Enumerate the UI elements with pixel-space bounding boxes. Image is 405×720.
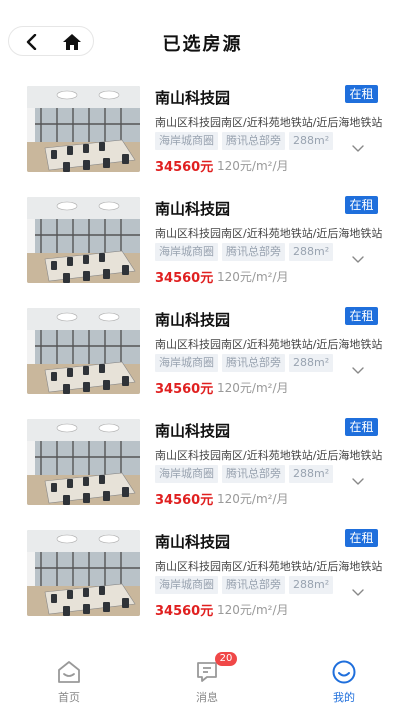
listing-name: 南山科技园 [155,89,231,107]
tag-item: 288m² [289,576,334,594]
listing-tags: 海岸城商圈 腾讯总部旁 288m² [155,576,334,594]
status-badge: 在租 [345,529,378,547]
listing-card[interactable]: 南山科技园 在租南山区科技园南区/近科苑地铁站/近后海地铁站海岸城商圈 腾讯总部旁 2… [0,417,405,528]
listing-address: 南山区科技园南区/近科苑地铁站/近后海地铁站 [155,116,383,129]
listing-price: 34560元 [155,604,214,619]
listing-address: 南山区科技园南区/近科苑地铁站/近后海地铁站 [155,227,383,240]
listing-tags: 海岸城商圈 腾讯总部旁 288m² [155,132,334,150]
status-badge: 在租 [345,196,378,214]
message-icon [197,662,217,682]
listing-price: 34560元 [155,493,214,508]
listing-price: 34560元 [155,382,214,397]
tag-item: 288m² [289,354,334,372]
listing-tags: 海岸城商圈 腾讯总部旁 288m² [155,354,334,372]
expand-chevron-icon[interactable] [352,583,364,596]
home-outline-icon [58,661,80,683]
listing-card[interactable]: 南山科技园 在租南山区科技园南区/近科苑地铁站/近后海地铁站海岸城商圈 腾讯总部旁 2… [0,528,405,639]
tag-item: 海岸城商圈 [155,243,218,261]
expand-chevron-icon[interactable] [352,361,364,374]
header: 已选房源 [0,0,405,84]
tag-item: 腾讯总部旁 [222,132,285,150]
profile-smile-icon [332,660,356,684]
tag-item: 腾讯总部旁 [222,465,285,483]
expand-chevron-icon[interactable] [352,139,364,152]
tab-home[interactable]: 首页 [39,658,99,705]
listing-photo [27,197,140,283]
tab-messages[interactable]: 20 消息 [177,652,237,705]
listing-photo [27,530,140,616]
listing-card[interactable]: 南山科技园 在租南山区科技园南区/近科苑地铁站/近后海地铁站海岸城商圈 腾讯总部旁 2… [0,195,405,306]
expand-chevron-icon[interactable] [352,472,364,485]
listing-name: 南山科技园 [155,533,231,551]
page-title: 已选房源 [162,34,243,55]
tab-bar: 首页 20 消息 我的 [0,652,405,720]
listing-list: 南山科技园 在租 南山区科技园南区/近科苑地铁站/近后海地铁站 海岸城商圈 腾讯总部旁 2… [0,84,405,639]
listing-unit-price: 120元/m²/月 [217,492,289,506]
expand-chevron-icon[interactable] [352,250,364,263]
tag-item: 288m² [289,132,334,150]
status-badge: 在租 [345,307,378,325]
status-badge: 在租 [345,85,378,103]
listing-unit-price: 120元/m²/月 [217,270,289,284]
tag-item: 腾讯总部旁 [222,243,285,261]
listing-unit-price: 120元/m²/月 [217,381,289,395]
listing-address: 南山区科技园南区/近科苑地铁站/近后海地铁站 [155,449,383,462]
tag-item: 288m² [289,465,334,483]
status-badge: 在租 [345,418,378,436]
tag-item: 腾讯总部旁 [222,576,285,594]
listing-name: 南山科技园 [155,311,231,329]
tag-item: 海岸城商圈 [155,354,218,372]
listing-tags: 海岸城商圈 腾讯总部旁 288m² [155,243,334,261]
tab-profile-label: 我的 [333,691,355,704]
message-count-badge: 20 [215,652,237,666]
listing-card[interactable]: 南山科技园 在租南山区科技园南区/近科苑地铁站/近后海地铁站海岸城商圈 腾讯总部旁 2… [0,306,405,417]
listing-price: 34560元 [155,160,214,175]
listing-photo [27,308,140,394]
tab-home-label: 首页 [58,691,80,704]
tag-item: 腾讯总部旁 [222,354,285,372]
tab-messages-label: 消息 [196,691,218,704]
listing-tags: 海岸城商圈 腾讯总部旁 288m² [155,465,334,483]
listing-name: 南山科技园 [155,200,231,218]
listing-unit-price: 120元/m²/月 [217,603,289,617]
listing-name: 南山科技园 [155,422,231,440]
tab-profile[interactable]: 我的 [314,658,374,705]
listing-address: 南山区科技园南区/近科苑地铁站/近后海地铁站 [155,338,383,351]
listing-address: 南山区科技园南区/近科苑地铁站/近后海地铁站 [155,560,383,573]
listing-photo [27,419,140,505]
listing-unit-price: 120元/m²/月 [217,159,289,173]
tag-item: 海岸城商圈 [155,132,218,150]
listing-price: 34560元 [155,271,214,286]
tag-item: 海岸城商圈 [155,576,218,594]
listing-card[interactable]: 南山科技园 在租南山区科技园南区/近科苑地铁站/近后海地铁站海岸城商圈 腾讯总部旁 2… [0,84,405,195]
tag-item: 海岸城商圈 [155,465,218,483]
listing-photo [27,86,140,172]
tag-item: 288m² [289,243,334,261]
